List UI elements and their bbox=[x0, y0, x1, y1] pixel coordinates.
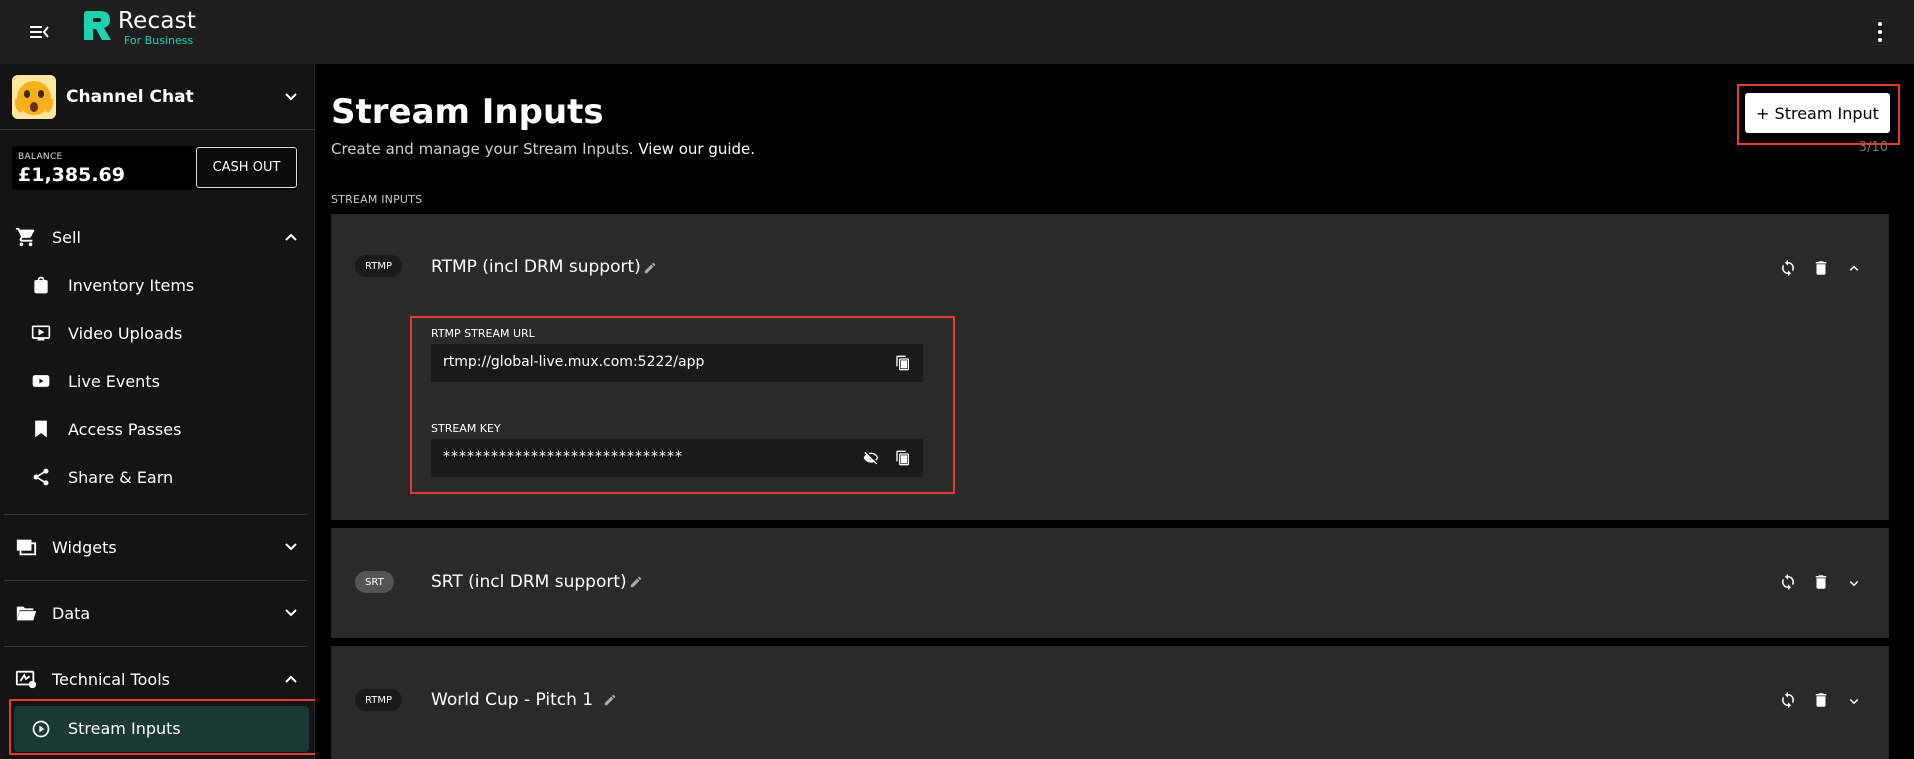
sidebar: Channel Chat BALANCE £1,385.69 CASH OUT … bbox=[0, 64, 315, 759]
pencil-icon[interactable] bbox=[643, 261, 657, 275]
pencil-icon[interactable] bbox=[603, 693, 617, 707]
app-name: Recast bbox=[118, 8, 197, 34]
stream-input-card: RTMP RTMP (incl DRM support) RTMP STREAM… bbox=[331, 214, 1889, 520]
sidebar-item-video-uploads[interactable]: Video Uploads bbox=[0, 313, 315, 353]
protocol-badge: RTMP bbox=[355, 255, 402, 277]
balance-label: BALANCE bbox=[18, 152, 63, 162]
widgets-icon bbox=[16, 539, 37, 556]
sidebar-item-label: Access Passes bbox=[68, 419, 182, 439]
sidebar-divider bbox=[4, 646, 307, 647]
eye-off-icon[interactable] bbox=[863, 450, 879, 466]
refresh-icon[interactable] bbox=[1779, 259, 1797, 277]
stream-input-card: RTMP World Cup - Pitch 1 bbox=[331, 646, 1889, 759]
trash-icon[interactable] bbox=[1812, 259, 1830, 277]
sidebar-item-label: Video Uploads bbox=[68, 323, 183, 343]
url-label: RTMP STREAM URL bbox=[431, 327, 535, 340]
sidebar-item-share-earn[interactable]: Share & Earn bbox=[0, 457, 315, 497]
sidebar-item-live-events[interactable]: Live Events bbox=[0, 361, 315, 401]
stream-input-name: RTMP (incl DRM support) bbox=[431, 257, 641, 277]
stream-input-header[interactable]: RTMP World Cup - Pitch 1 bbox=[331, 646, 1889, 746]
chevron-down-icon bbox=[285, 543, 297, 551]
add-stream-input-button[interactable]: + Stream Input bbox=[1745, 93, 1890, 133]
stream-key-field[interactable]: ****************************** bbox=[431, 439, 923, 477]
shopping-bag-icon bbox=[34, 276, 48, 294]
nav-section-data[interactable]: Data bbox=[0, 593, 315, 633]
top-bar: Recast For Business bbox=[0, 0, 1914, 64]
view-guide-link[interactable]: View our guide. bbox=[638, 140, 755, 158]
trash-icon[interactable] bbox=[1812, 573, 1830, 591]
chevron-down-icon bbox=[285, 93, 297, 101]
menu-collapse-icon[interactable] bbox=[26, 20, 52, 44]
subtitle-text: Create and manage your Stream Inputs. bbox=[331, 140, 634, 158]
protocol-badge: RTMP bbox=[355, 689, 402, 711]
pencil-icon[interactable] bbox=[629, 575, 643, 589]
channel-name: Channel Chat bbox=[66, 86, 194, 107]
sidebar-item-stream-inputs[interactable]: Stream Inputs bbox=[14, 706, 309, 752]
stream-input-card: SRT SRT (incl DRM support) bbox=[331, 528, 1889, 638]
chevron-down-icon[interactable] bbox=[1845, 574, 1863, 592]
stream-input-header[interactable]: SRT SRT (incl DRM support) bbox=[331, 528, 1889, 628]
stream-input-header[interactable]: RTMP RTMP (incl DRM support) bbox=[331, 214, 1889, 314]
protocol-badge: SRT bbox=[355, 571, 394, 593]
nav-section-label: Technical Tools bbox=[52, 669, 170, 689]
main-content: Stream Inputs Create and manage your Str… bbox=[315, 64, 1914, 759]
app-logo[interactable]: Recast For Business bbox=[82, 8, 196, 54]
nav-section-widgets[interactable]: Widgets bbox=[0, 527, 315, 567]
sidebar-item-label: Stream Inputs bbox=[68, 719, 181, 738]
copy-icon[interactable] bbox=[895, 450, 911, 466]
recast-logo-icon bbox=[84, 11, 111, 40]
sidebar-divider bbox=[4, 514, 307, 515]
chevron-up-icon[interactable] bbox=[1845, 259, 1863, 277]
youtube-icon bbox=[32, 375, 50, 387]
folder-open-icon bbox=[16, 606, 37, 621]
refresh-icon[interactable] bbox=[1779, 573, 1797, 591]
sidebar-item-label: Inventory Items bbox=[68, 275, 195, 295]
refresh-icon[interactable] bbox=[1779, 691, 1797, 709]
sidebar-item-access-passes[interactable]: Access Passes bbox=[0, 409, 315, 449]
sidebar-item-inventory-items[interactable]: Inventory Items bbox=[0, 265, 315, 305]
channel-selector[interactable]: Channel Chat bbox=[0, 64, 315, 130]
stream-input-name: SRT (incl DRM support) bbox=[431, 572, 627, 592]
nav-section-technical-tools[interactable]: Technical Tools bbox=[0, 659, 315, 699]
section-label: STREAM INPUTS bbox=[331, 193, 423, 206]
app-subtitle: For Business bbox=[124, 34, 194, 47]
stream-key-value: ****************************** bbox=[443, 449, 683, 465]
copy-icon[interactable] bbox=[895, 355, 911, 371]
ticket-icon bbox=[35, 420, 47, 438]
stream-input-name: World Cup - Pitch 1 bbox=[431, 690, 594, 710]
page-title: Stream Inputs bbox=[331, 92, 604, 132]
balance-value: £1,385.69 bbox=[18, 164, 125, 186]
more-vertical-icon[interactable] bbox=[1872, 18, 1888, 46]
sidebar-item-label: Share & Earn bbox=[68, 467, 174, 487]
sidebar-divider bbox=[4, 580, 307, 581]
chevron-up-icon bbox=[285, 233, 297, 241]
nav-section-label: Widgets bbox=[52, 537, 117, 557]
rtmp-url-field[interactable]: rtmp://global-live.mux.com:5222/app bbox=[431, 344, 923, 382]
trash-icon[interactable] bbox=[1812, 691, 1830, 709]
video-play-icon bbox=[31, 325, 51, 341]
nav-section-label: Data bbox=[52, 603, 91, 623]
share-icon bbox=[33, 468, 49, 486]
stream-key-label: STREAM KEY bbox=[431, 422, 501, 435]
technical-tools-icon bbox=[15, 670, 37, 689]
rtmp-url-value: rtmp://global-live.mux.com:5222/app bbox=[443, 354, 705, 370]
chevron-down-icon bbox=[285, 609, 297, 617]
shopping-cart-icon bbox=[15, 227, 35, 247]
sidebar-item-label: Live Events bbox=[68, 371, 160, 391]
chevron-up-icon bbox=[285, 675, 297, 683]
play-circle-icon bbox=[32, 720, 50, 738]
cash-out-button[interactable]: CASH OUT bbox=[196, 147, 297, 188]
nav-section-label: Sell bbox=[52, 227, 81, 247]
chevron-down-icon[interactable] bbox=[1845, 692, 1863, 710]
stream-input-counter: 3/10 bbox=[1858, 140, 1888, 155]
page-subtitle: Create and manage your Stream Inputs. Vi… bbox=[331, 140, 755, 158]
shocked-emoji-avatar bbox=[12, 74, 56, 119]
nav-section-sell[interactable]: Sell bbox=[0, 217, 315, 257]
